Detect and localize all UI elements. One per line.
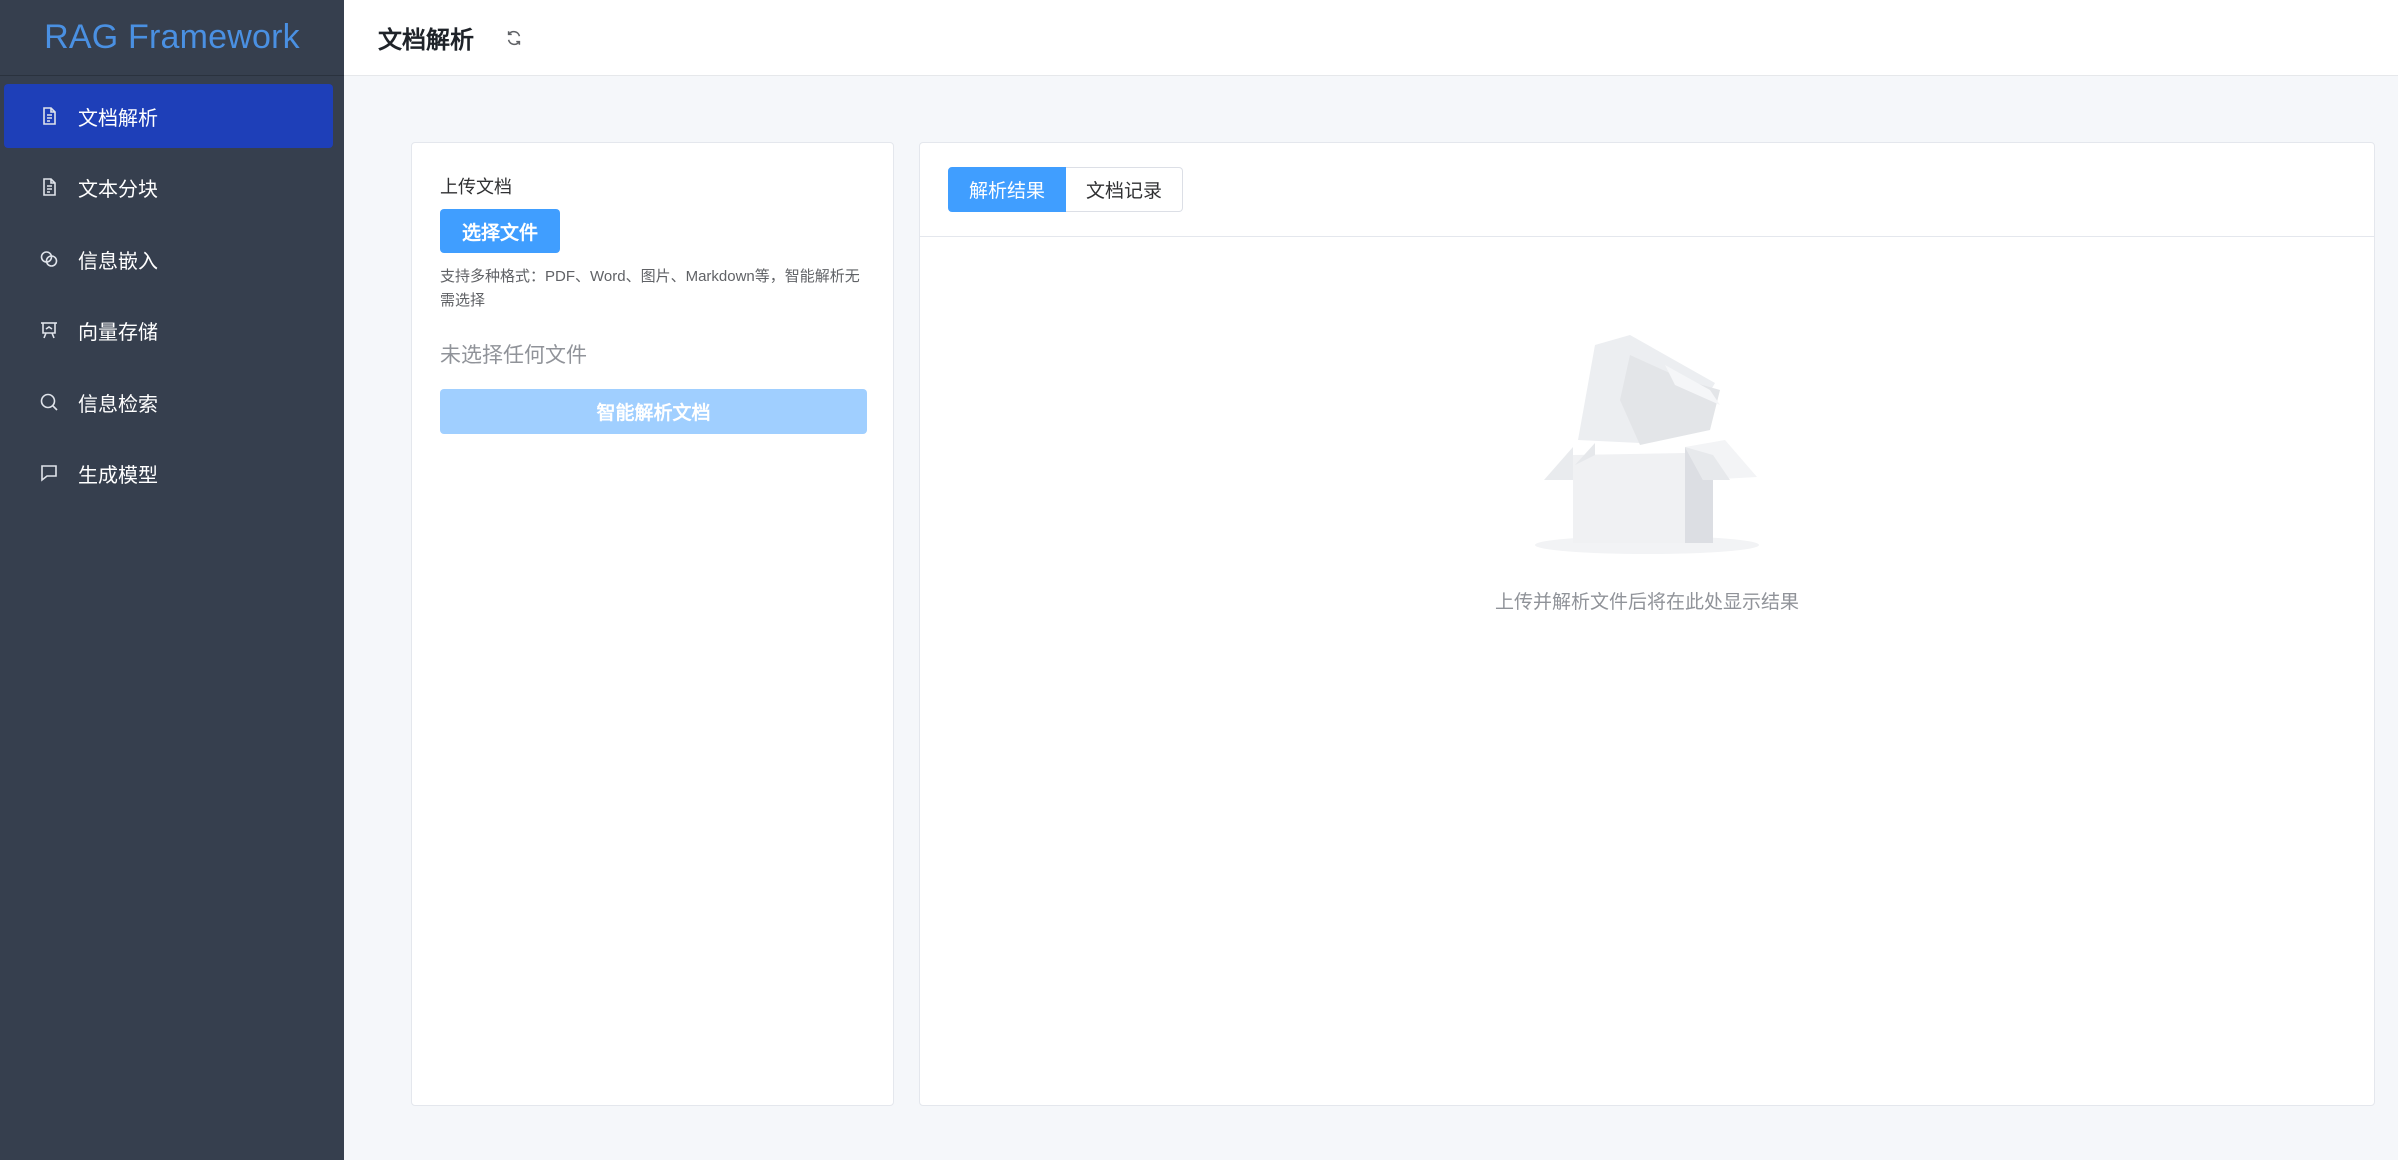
tab-parse-result[interactable]: 解析结果 xyxy=(948,167,1067,212)
data-board-icon xyxy=(38,319,60,341)
sidebar-item-label: 信息检索 xyxy=(78,393,158,416)
sidebar-item-label: 向量存储 xyxy=(78,321,158,344)
empty-state-text: 上传并解析文件后将在此处显示结果 xyxy=(1494,592,1799,613)
results-panel: 解析结果 文档记录 上传并解析文件后将在此处显示结果 xyxy=(919,142,2375,1106)
document-icon xyxy=(38,176,60,198)
parse-document-button[interactable]: 智能解析文档 xyxy=(440,389,867,434)
connection-icon xyxy=(38,248,60,270)
chat-icon xyxy=(38,462,60,484)
sidebar-item-label: 生成模型 xyxy=(78,464,158,487)
sidebar-item-label: 文档解析 xyxy=(78,107,158,130)
sidebar-item-label: 信息嵌入 xyxy=(78,250,158,273)
sidebar-item-document-parsing[interactable]: 文档解析 xyxy=(4,84,333,148)
upload-label: 上传文档 xyxy=(440,177,512,197)
brand-logo: RAG Framework xyxy=(0,0,344,76)
tabs-divider xyxy=(920,236,2374,237)
format-hint: 支持多种格式：PDF、Word、图片、Markdown等，智能解析无需选择 xyxy=(440,268,860,309)
sidebar-item-generation[interactable]: 生成模型 xyxy=(4,441,333,505)
no-file-text: 未选择任何文件 xyxy=(440,344,587,367)
results-tabs: 解析结果 文档记录 xyxy=(948,167,1184,212)
sidebar-item-text-chunking[interactable]: 文本分块 xyxy=(4,155,333,219)
refresh-icon[interactable] xyxy=(502,26,526,50)
search-icon xyxy=(38,391,60,413)
document-icon xyxy=(38,105,60,127)
sidebar-item-vector-storage[interactable]: 向量存储 xyxy=(4,298,333,362)
sidebar-item-retrieval[interactable]: 信息检索 xyxy=(4,370,333,434)
page-title: 文档解析 xyxy=(378,27,474,54)
tab-document-records[interactable]: 文档记录 xyxy=(1066,167,1184,212)
choose-file-button[interactable]: 选择文件 xyxy=(440,209,560,253)
sidebar-item-embedding[interactable]: 信息嵌入 xyxy=(4,227,333,291)
brand-title: RAG Framework xyxy=(44,18,300,56)
sidebar: RAG Framework 文档解析 文本分块 信息嵌入 向量存储 信息检索 生… xyxy=(0,0,344,1160)
sidebar-item-label: 文本分块 xyxy=(78,178,158,201)
top-header: 文档解析 xyxy=(344,0,2398,76)
empty-box-icon xyxy=(1535,335,1765,565)
upload-panel: 上传文档 选择文件 支持多种格式：PDF、Word、图片、Markdown等，智… xyxy=(411,142,894,1106)
